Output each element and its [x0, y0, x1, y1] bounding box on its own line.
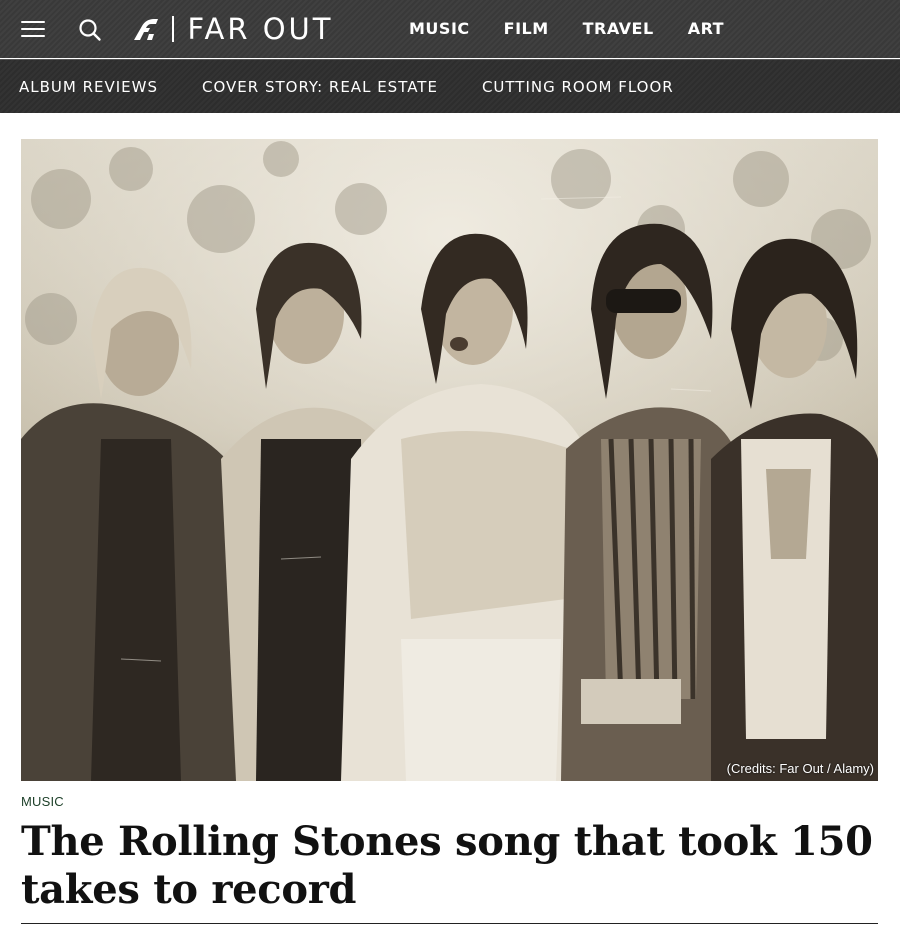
nav-film[interactable]: FILM: [504, 20, 549, 38]
nav-art[interactable]: ART: [688, 20, 724, 38]
main-nav: MUSIC FILM TRAVEL ART: [409, 20, 758, 38]
sub-nav: ALBUM REVIEWS COVER STORY: REAL ESTATE C…: [19, 78, 718, 96]
band-photo: [21, 139, 878, 781]
far-out-logo-mark: [134, 19, 158, 40]
subnav-album-reviews[interactable]: ALBUM REVIEWS: [19, 78, 158, 96]
site-logo[interactable]: FAR OUT: [132, 12, 334, 46]
sub-header: ALBUM REVIEWS COVER STORY: REAL ESTATE C…: [0, 59, 900, 113]
article-category[interactable]: MUSIC: [21, 794, 64, 809]
logo-text: FAR OUT: [187, 12, 334, 46]
hamburger-menu-icon[interactable]: [21, 19, 45, 39]
article-headline: The Rolling Stones song that took 150 ta…: [21, 818, 873, 913]
subnav-cutting-room-floor[interactable]: CUTTING ROOM FLOOR: [482, 78, 674, 96]
top-header: FAR OUT MUSIC FILM TRAVEL ART: [0, 0, 900, 58]
subnav-cover-story[interactable]: COVER STORY: REAL ESTATE: [202, 78, 438, 96]
image-credit: (Credits: Far Out / Alamy): [726, 761, 874, 776]
logo-divider: [172, 16, 174, 42]
headline-divider: [21, 923, 878, 924]
nav-travel[interactable]: TRAVEL: [583, 20, 654, 38]
search-icon[interactable]: [78, 18, 102, 42]
nav-music[interactable]: MUSIC: [409, 20, 470, 38]
hero-image: (Credits: Far Out / Alamy): [21, 139, 878, 781]
